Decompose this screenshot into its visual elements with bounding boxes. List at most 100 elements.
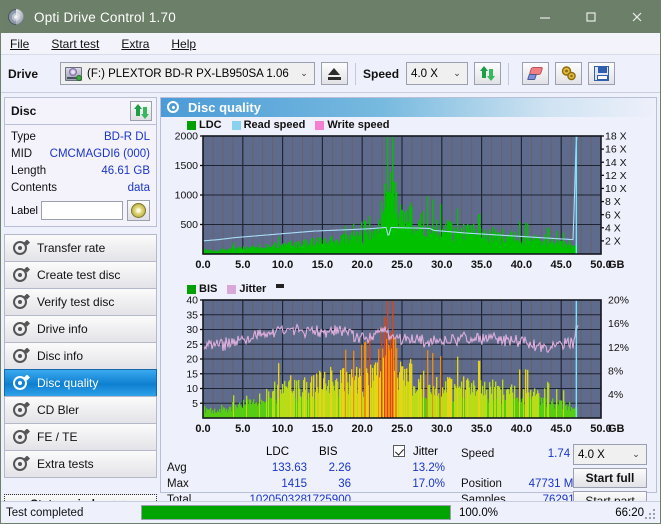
chevron-down-icon: ⌄	[453, 68, 461, 78]
legend-swatch-ldc	[187, 120, 196, 130]
svg-text:10: 10	[186, 383, 198, 395]
stats-max-jitter: 17.0%	[412, 478, 445, 490]
drive-select-value: (F:) PLEXTOR BD-R PX-LB950SA 1.06	[87, 67, 289, 80]
legend-label-write-speed: Write speed	[327, 119, 390, 131]
svg-text:2000: 2000	[175, 132, 199, 143]
toolbar-divider-2	[508, 62, 510, 85]
jitter-checkbox[interactable]	[393, 445, 405, 457]
disc-row-type: Type BD-R DL	[11, 129, 150, 146]
drive-icon	[65, 66, 83, 81]
panel-header: Disc quality	[161, 98, 656, 117]
test-speed-value: 4.0 X	[578, 448, 605, 461]
legend-label-bis: BIS	[199, 283, 218, 295]
disc-refresh-button[interactable]	[130, 101, 152, 121]
disc-mid-key: MID	[11, 148, 33, 160]
disc-icon	[12, 320, 30, 337]
svg-text:45.0: 45.0	[550, 423, 571, 435]
drive-select[interactable]: (F:) PLEXTOR BD-R PX-LB950SA 1.06 ⌄	[60, 62, 316, 85]
eject-icon	[328, 67, 342, 80]
disc-label-row: Label	[11, 200, 150, 221]
erase-button[interactable]	[522, 62, 550, 85]
sidebar-item-create-test-disc[interactable]: Create test disc	[4, 261, 157, 289]
svg-text:0.0: 0.0	[195, 423, 210, 435]
svg-text:2 X: 2 X	[605, 235, 621, 247]
svg-text:15: 15	[186, 368, 198, 380]
svg-text:30.0: 30.0	[431, 423, 452, 435]
svg-text:10 X: 10 X	[605, 183, 627, 195]
content-area: Disc Type BD-R DL MID CMCMAGDI6 (000) Le…	[1, 93, 660, 515]
settings-button[interactable]	[555, 62, 583, 85]
refresh-button[interactable]	[474, 62, 502, 85]
toolbar-divider-1	[355, 62, 357, 85]
svg-text:10.0: 10.0	[272, 423, 293, 435]
progress-bar	[141, 505, 451, 520]
disc-label-input[interactable]	[41, 201, 124, 220]
disc-type-key: Type	[11, 131, 36, 143]
svg-text:35.0: 35.0	[471, 423, 492, 435]
disc-info-box: Disc Type BD-R DL MID CMCMAGDI6 (000) Le…	[4, 97, 157, 227]
sidebar-item-disc-info[interactable]: Disc info	[4, 342, 157, 370]
start-full-button[interactable]: Start full	[573, 468, 647, 488]
legend-label-read-speed: Read speed	[243, 119, 306, 131]
disc-icon	[12, 455, 30, 472]
minimize-button[interactable]	[522, 1, 568, 33]
legend-write-speed: Write speed	[315, 119, 390, 131]
svg-text:16%: 16%	[608, 318, 629, 330]
maximize-button[interactable]	[568, 1, 614, 33]
svg-text:20.0: 20.0	[351, 423, 372, 435]
close-button[interactable]	[614, 1, 660, 33]
disc-row-length: Length 46.61 GB	[11, 163, 150, 180]
ldc-chart: 500 1000 1500 2000 2 X4 X6 X8 X 10 X 12 X 14 X1…	[161, 132, 656, 280]
disc-contents-value: data	[127, 182, 150, 194]
disc-box-header: Disc	[5, 98, 156, 125]
stats-avg-ldc: 133.63	[271, 462, 307, 474]
chevron-down-icon: ⌄	[300, 68, 308, 78]
speed-select[interactable]: 4.0 X ⌄	[406, 62, 469, 85]
refresh-icon	[133, 103, 149, 119]
svg-text:GB: GB	[608, 259, 625, 271]
svg-text:20: 20	[186, 354, 198, 366]
sidebar-item-cd-bler[interactable]: CD Bler	[4, 396, 157, 424]
sidebar-label: Disc quality	[37, 376, 99, 390]
sidebar-item-disc-quality[interactable]: Disc quality	[4, 369, 157, 397]
disc-mid-value: CMCMAGDI6 (000)	[49, 148, 150, 160]
sidebar-label: Drive info	[37, 322, 88, 336]
menu-start-test[interactable]: Start test	[51, 35, 110, 53]
stats-speed-value: 1.74 X	[547, 448, 581, 460]
disc-icon	[12, 266, 30, 283]
svg-text:4%: 4%	[608, 389, 623, 401]
stats-header-bis: BIS	[319, 446, 338, 458]
disc-type-value: BD-R DL	[103, 131, 150, 143]
stats-max-ldc: 1415	[281, 478, 307, 490]
save-button[interactable]	[588, 62, 616, 85]
sidebar-label: FE / TE	[37, 430, 78, 444]
svg-text:12%: 12%	[608, 342, 629, 354]
svg-text:40.0: 40.0	[511, 259, 532, 271]
menu-help[interactable]: Help	[171, 35, 207, 53]
right-panel: Disc quality LDC Read speed Write speed	[160, 93, 660, 511]
load-label-button[interactable]	[126, 200, 150, 221]
svg-text:15.0: 15.0	[312, 259, 333, 271]
svg-text:GB: GB	[608, 423, 625, 435]
stats-speed-label: Speed	[461, 448, 495, 460]
sidebar-item-drive-info[interactable]: Drive info	[4, 315, 157, 343]
sidebar-item-extra-tests[interactable]: Extra tests	[4, 450, 157, 478]
legend-swatch-jitter	[227, 284, 237, 294]
window-controls	[522, 1, 660, 33]
menu-file[interactable]: File	[10, 35, 40, 53]
sidebar-item-transfer-rate[interactable]: Transfer rate	[4, 234, 157, 262]
left-sidebar: Disc Type BD-R DL MID CMCMAGDI6 (000) Le…	[1, 93, 160, 515]
speed-select-value: 4.0 X	[411, 67, 438, 80]
eject-button[interactable]	[321, 62, 349, 85]
legend-jitter: Jitter	[227, 283, 266, 295]
bis-chart-legend: BIS Jitter	[161, 280, 656, 296]
legend-swatch-write-speed	[315, 120, 325, 130]
drive-toolbar: Drive (F:) PLEXTOR BD-R PX-LB950SA 1.06 …	[1, 55, 660, 93]
resize-grip[interactable]	[645, 509, 657, 521]
sidebar-item-verify-test-disc[interactable]: Verify test disc	[4, 288, 157, 316]
sidebar-label: Disc info	[37, 349, 84, 363]
sidebar-item-fe-te[interactable]: FE / TE	[4, 423, 157, 451]
test-speed-select[interactable]: 4.0 X ⌄	[573, 444, 647, 465]
svg-text:12 X: 12 X	[605, 170, 627, 182]
menu-extra[interactable]: Extra	[121, 35, 160, 53]
